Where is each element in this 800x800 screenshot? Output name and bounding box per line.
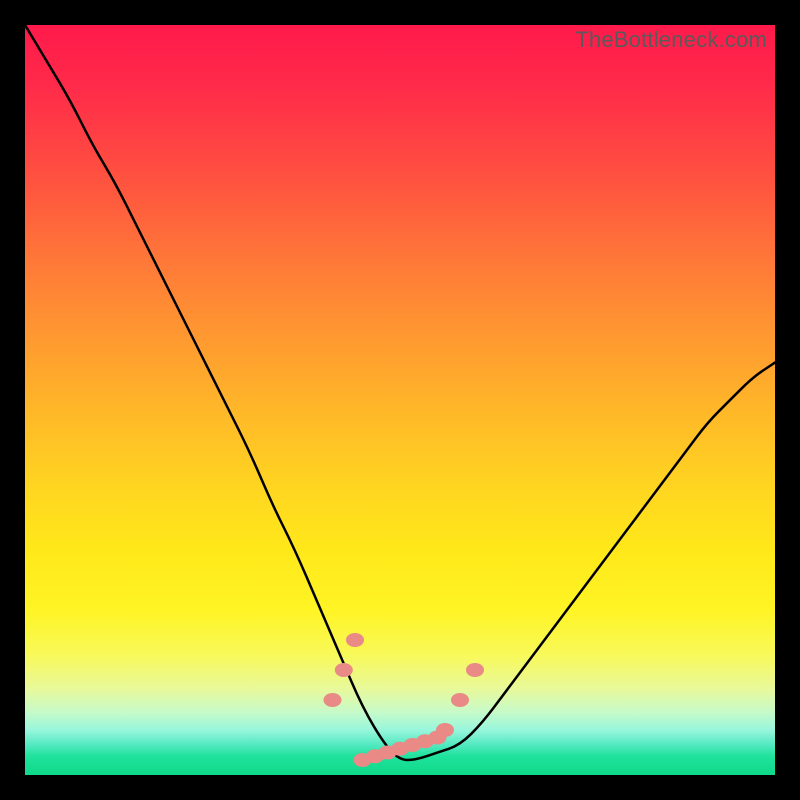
watermark-label: TheBottleneck.com [575, 27, 767, 53]
gradient-plot-area: TheBottleneck.com [25, 25, 775, 775]
valley-bump [466, 663, 484, 677]
bottleneck-curve-svg [25, 25, 775, 775]
valley-bumps [324, 633, 485, 767]
valley-bump [324, 693, 342, 707]
bottleneck-curve [25, 25, 775, 760]
valley-bump [335, 663, 353, 677]
valley-bump [436, 723, 454, 737]
valley-bump [346, 633, 364, 647]
valley-bump [451, 693, 469, 707]
